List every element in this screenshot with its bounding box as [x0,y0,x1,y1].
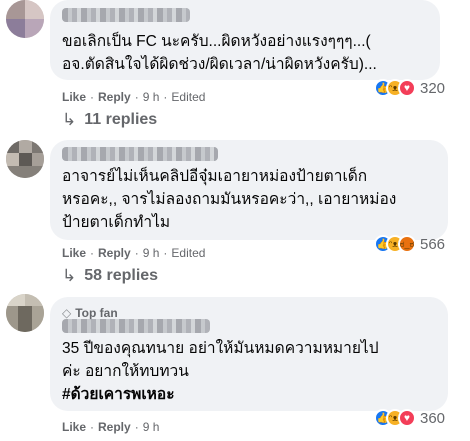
reaction-summary[interactable]: 👍 ᵔᴥᵔ ♥ 360 [374,409,445,427]
comment-text: ขอเลิกเป็น FC นะครับ...ผิดหวังอย่างแรงๆๆ… [62,33,377,73]
comment-bubble: ขอเลิกเป็น FC นะครับ...ผิดหวังอย่างแรงๆๆ… [50,0,440,80]
commenter-name[interactable] [62,319,210,333]
view-replies-button[interactable]: ↳ 58 replies [62,266,158,286]
love-reaction-icon: ♥ [398,79,416,97]
timestamp[interactable]: 9 h [143,90,160,104]
comment-thread: ขอเลิกเป็น FC นะครับ...ผิดหวังอย่างแรงๆๆ… [0,0,470,441]
reaction-count: 360 [420,409,446,427]
comment-meta: Like · Reply · 9 h [62,420,160,434]
comment-bubble: ◇ Top fan 35 ปีของคุณทนาย อย่าให้มันหมดคว… [50,297,448,411]
reply-link[interactable]: Reply [98,246,131,260]
reply-arrow-icon: ↳ [62,110,77,129]
edited-label: Edited [171,90,206,104]
comment-bubble: อาจารย์ไม่เห็นคลิปอีจุ๋มเอายาหม่องป้ายตา… [50,140,448,240]
avatar[interactable] [6,0,44,38]
reaction-count: 566 [420,235,446,253]
timestamp[interactable]: 9 h [143,246,160,260]
comment-text: อาจารย์ไม่เห็นคลิปอีจุ๋มเอายาหม่องป้ายตา… [62,168,397,231]
top-fan-badge[interactable]: ◇ Top fan [62,306,118,320]
edited-label: Edited [171,246,206,260]
avatar[interactable] [6,140,44,178]
avatar[interactable] [6,294,44,332]
like-link[interactable]: Like [62,90,86,104]
comment-meta: Like · Reply · 9 h · Edited [62,90,206,104]
love-reaction-icon: ♥ [398,409,416,427]
diamond-icon: ◇ [62,306,72,320]
angry-reaction-icon: ಠ_ಠ [398,235,416,253]
reply-link[interactable]: Reply [98,90,131,104]
reaction-summary[interactable]: 👍 ᵔᴥᵔ ♥ 320 [374,79,445,97]
hashtag-link[interactable]: #ด้วยเคารพเหอะ [62,383,438,406]
commenter-name[interactable] [62,147,218,161]
commenter-name[interactable] [62,8,190,22]
comment-meta: Like · Reply · 9 h · Edited [62,246,206,260]
view-replies-button[interactable]: ↳ 11 replies [62,110,157,130]
timestamp[interactable]: 9 h [143,420,160,434]
comment-text: 35 ปีของคุณทนาย อย่าให้มันหมดความหมายไป … [62,337,438,406]
like-link[interactable]: Like [62,246,86,260]
like-link[interactable]: Like [62,420,86,434]
reply-link[interactable]: Reply [98,420,131,434]
reaction-count: 320 [420,79,446,97]
reaction-summary[interactable]: 👍 ᵔᴥᵔ ಠ_ಠ 566 [374,235,445,253]
reply-arrow-icon: ↳ [62,266,77,285]
